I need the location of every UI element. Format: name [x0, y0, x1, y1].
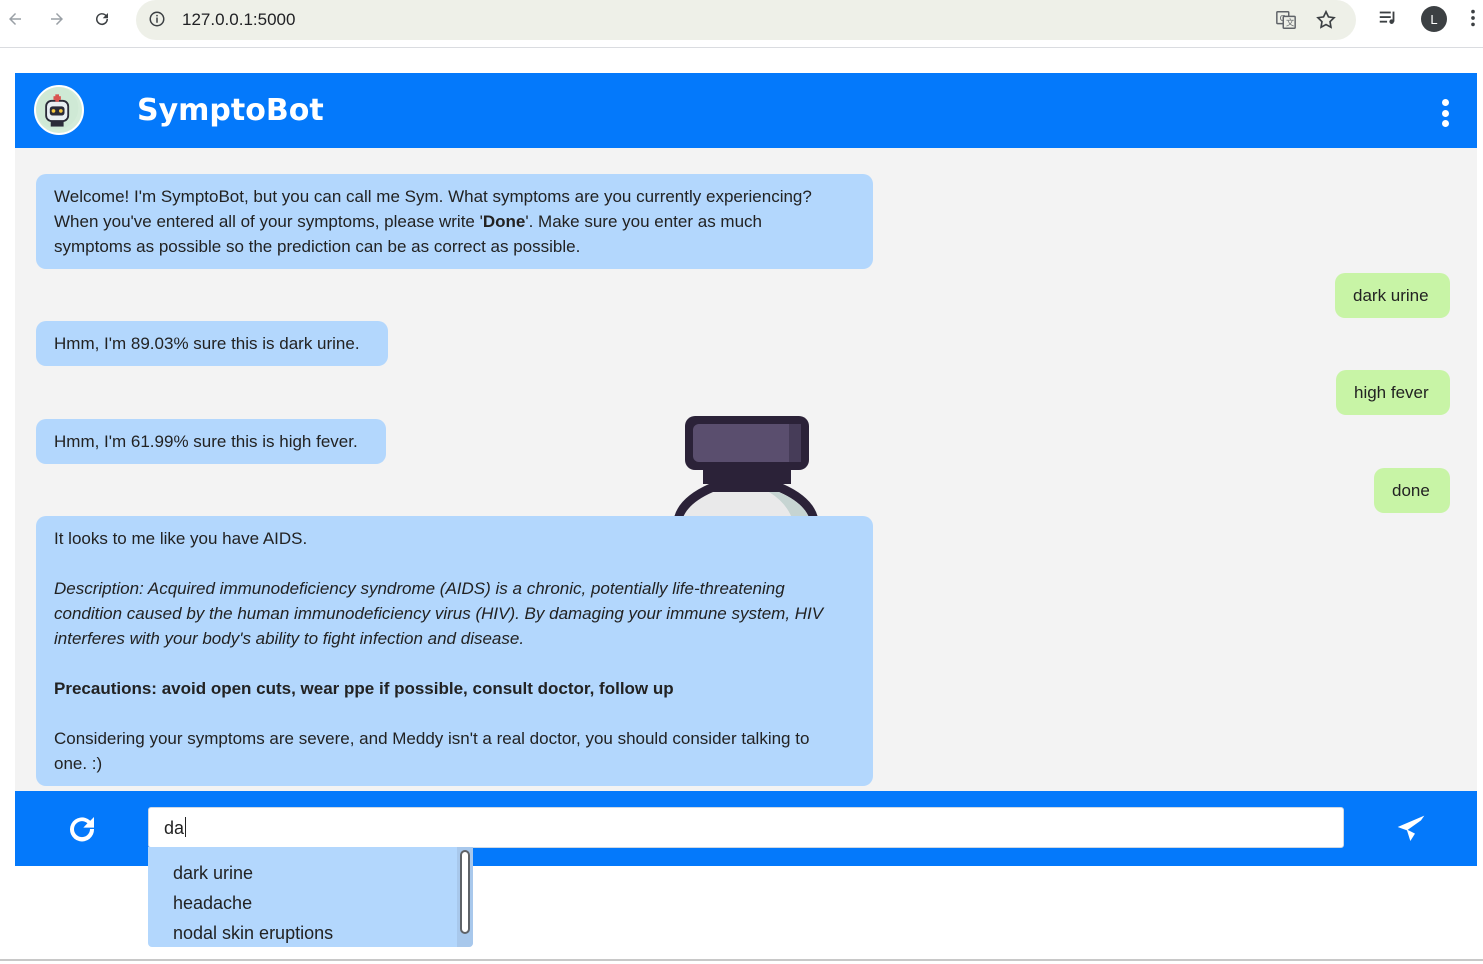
- bot-message-welcome: Welcome! I'm SymptoBot, but you can call…: [36, 174, 873, 269]
- autocomplete-list: dark urine headache nodal skin eruptions: [148, 847, 473, 947]
- info-icon[interactable]: [148, 10, 166, 28]
- refresh-icon[interactable]: [65, 813, 99, 845]
- message-text: Hmm, I'm 89.03% sure this is dark urine.: [54, 334, 360, 353]
- bot-message: Hmm, I'm 89.03% sure this is dark urine.: [36, 321, 388, 366]
- translate-icon[interactable]: G文: [1274, 8, 1298, 32]
- message-text: When you've entered all of your symptoms…: [54, 212, 762, 231]
- divider: [0, 959, 1483, 961]
- chat-app: SymptoBot Welcome! I'm SymptoBot, but yo…: [15, 73, 1477, 866]
- autocomplete-option[interactable]: dark urine: [173, 863, 253, 884]
- symptom-input[interactable]: da: [148, 807, 1344, 848]
- svg-text:文: 文: [1286, 18, 1294, 28]
- url-text[interactable]: 127.0.0.1:5000: [182, 10, 295, 30]
- description-text: Description: Acquired immunodeficiency s…: [54, 579, 785, 598]
- address-bar[interactable]: 127.0.0.1:5000 G文: [136, 0, 1356, 40]
- message-text: Hmm, I'm 61.99% sure this is high fever.: [54, 432, 358, 451]
- advice-text: Considering your symptoms are severe, an…: [54, 729, 810, 748]
- description-text: interferes with your body's ability to f…: [54, 629, 525, 648]
- bot-message-diagnosis: It looks to me like you have AIDS. Descr…: [36, 516, 873, 786]
- user-message: dark urine: [1335, 273, 1450, 318]
- user-message: done: [1374, 468, 1450, 513]
- message-text: done: [1392, 481, 1430, 500]
- browser-toolbar: 127.0.0.1:5000 G文 L: [0, 0, 1483, 48]
- profile-avatar[interactable]: L: [1421, 6, 1447, 32]
- scrollbar[interactable]: [457, 847, 473, 947]
- paper-plane-icon[interactable]: [1393, 811, 1429, 847]
- forward-icon[interactable]: [44, 6, 70, 32]
- advice-text: one. :): [54, 754, 103, 773]
- message-text: symptoms as possible so the prediction c…: [54, 237, 581, 256]
- kebab-menu-icon[interactable]: [1437, 99, 1453, 127]
- media-queue-icon[interactable]: [1376, 6, 1400, 30]
- autocomplete-option[interactable]: nodal skin eruptions: [173, 923, 333, 944]
- scrollbar-thumb[interactable]: [460, 850, 470, 934]
- message-text: high fever: [1354, 383, 1429, 402]
- precautions-text: Precautions: avoid open cuts, wear ppe i…: [54, 679, 674, 698]
- message-text: Welcome! I'm SymptoBot, but you can call…: [54, 187, 812, 206]
- chat-area: Welcome! I'm SymptoBot, but you can call…: [15, 148, 1477, 791]
- back-icon[interactable]: [2, 6, 28, 32]
- browser-menu-icon[interactable]: [1466, 6, 1480, 30]
- app-header: SymptoBot: [15, 73, 1477, 148]
- user-message: high fever: [1336, 370, 1450, 415]
- diagnosis-text: It looks to me like you have AIDS.: [54, 529, 308, 548]
- app-title: SymptoBot: [137, 93, 324, 128]
- star-icon[interactable]: [1314, 8, 1338, 32]
- robot-doctor-icon: [34, 85, 84, 135]
- autocomplete-option[interactable]: headache: [173, 893, 252, 914]
- reload-icon[interactable]: [89, 6, 115, 32]
- bot-message: Hmm, I'm 61.99% sure this is high fever.: [36, 419, 386, 464]
- message-text: dark urine: [1353, 286, 1429, 305]
- description-text: condition caused by the human immunodefi…: [54, 604, 824, 623]
